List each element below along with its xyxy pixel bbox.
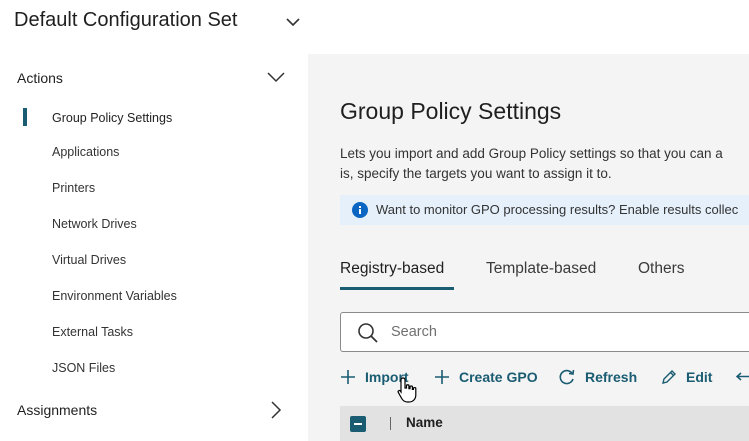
sidebar-item-group-policy-settings[interactable]: Group Policy Settings <box>52 111 172 125</box>
refresh-label: Refresh <box>585 369 638 385</box>
chevron-down-icon[interactable] <box>266 67 286 87</box>
select-all-checkbox[interactable] <box>350 416 366 432</box>
arrows-icon <box>736 372 749 381</box>
sidebar-item-network-drives[interactable]: Network Drives <box>52 217 137 231</box>
chevron-down-icon[interactable] <box>284 13 302 31</box>
description-line-1: Lets you import and add Group Policy set… <box>340 146 723 161</box>
info-banner-text[interactable]: Want to monitor GPO processing results? … <box>376 202 738 217</box>
configuration-set-title: Default Configuration Set <box>14 9 238 31</box>
more-actions-button[interactable] <box>736 366 749 388</box>
edit-label: Edit <box>686 369 713 385</box>
sidebar-item-json-files[interactable]: JSON Files <box>52 361 115 375</box>
search-input[interactable]: Search <box>340 312 749 352</box>
column-divider <box>390 417 391 430</box>
search-icon <box>358 323 378 343</box>
column-header-name[interactable]: Name <box>406 415 443 430</box>
chevron-right-icon[interactable] <box>266 400 286 420</box>
sidebar-item-printers[interactable]: Printers <box>52 181 95 195</box>
page-description: Lets you import and add Group Policy set… <box>340 144 749 184</box>
table-header: Name <box>340 406 749 441</box>
pencil-icon <box>662 370 676 384</box>
tab-template-based[interactable]: Template-based <box>486 260 596 278</box>
info-banner: Want to monitor GPO processing results? … <box>340 195 749 225</box>
sidebar-item-environment-variables[interactable]: Environment Variables <box>52 289 177 303</box>
sidebar: Actions Group Policy Settings Applicatio… <box>0 54 308 441</box>
tab-others[interactable]: Others <box>638 260 685 278</box>
hand-cursor-icon <box>397 377 417 403</box>
plus-icon <box>435 370 449 384</box>
active-tab-underline <box>340 287 454 290</box>
description-line-2: is, specify the targets you want to assi… <box>340 166 612 181</box>
create-gpo-label: Create GPO <box>459 369 538 385</box>
sidebar-section-actions[interactable]: Actions <box>17 70 63 86</box>
plus-icon <box>341 370 355 384</box>
edit-button[interactable]: Edit <box>661 366 717 388</box>
create-gpo-button[interactable]: Create GPO <box>434 366 538 388</box>
sidebar-item-external-tasks[interactable]: External Tasks <box>52 325 133 339</box>
page-title: Group Policy Settings <box>340 98 562 124</box>
info-icon <box>352 202 368 218</box>
sidebar-section-assignments[interactable]: Assignments <box>17 402 97 418</box>
refresh-button[interactable]: Refresh <box>558 366 638 388</box>
main-content: Group Policy Settings Lets you import an… <box>308 54 749 441</box>
active-item-indicator <box>23 108 27 126</box>
refresh-icon <box>559 369 575 385</box>
top-bar: Default Configuration Set <box>0 0 749 54</box>
search-placeholder: Search <box>391 324 437 340</box>
sidebar-item-applications[interactable]: Applications <box>52 145 119 159</box>
sidebar-item-virtual-drives[interactable]: Virtual Drives <box>52 253 126 267</box>
tab-registry-based[interactable]: Registry-based <box>340 260 444 278</box>
